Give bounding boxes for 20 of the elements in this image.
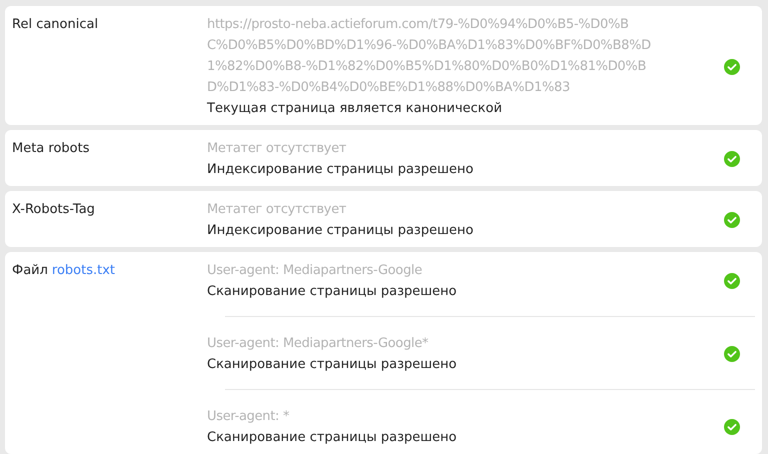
- detail-text: D%D1%83-%D0%B4%D0%BE%D1%88%D0%BA%D1%83: [207, 79, 571, 97]
- result-text: Сканирование страницы разрешено: [207, 283, 458, 301]
- file-link[interactable]: robots.txt: [52, 263, 116, 278]
- check-label: X-Robots-Tag: [12, 202, 95, 217]
- check-label: Meta robots: [12, 141, 90, 156]
- detail-text: 1%82%D0%B8-%D1%82%D0%B5%D1%80%D0%B0%D1%81%D0%B: [207, 58, 648, 76]
- detail-text: Метатег отсутствует: [207, 201, 348, 219]
- detail-text: User-agent: Mediapartners-Google: [207, 262, 424, 280]
- check-label: Rel canonical: [12, 17, 98, 32]
- result-text: Текущая страница является канонической: [207, 100, 504, 118]
- detail-text: User-agent: Mediapartners-Google*: [207, 335, 430, 353]
- result-text: Индексирование страницы разрешено: [207, 161, 474, 179]
- detail-text: C%D0%B5%D0%BD%D1%96-%D0%BA%D1%83%D0%BF%D0%B8%D: [207, 37, 652, 55]
- detail-text: Метатег отсутствует: [207, 140, 348, 158]
- result-text: Сканирование страницы разрешено: [207, 429, 458, 447]
- result-text: Индексирование страницы разрешено: [207, 222, 474, 240]
- detail-text: https://prosto-neba.actieforum.com/t79-%D0%94%D0%B5-%D0%B: [207, 16, 630, 34]
- result-text: Сканирование страницы разрешено: [207, 356, 458, 374]
- detail-text: User-agent: *: [207, 408, 290, 426]
- check-label: Файл: [12, 263, 48, 278]
